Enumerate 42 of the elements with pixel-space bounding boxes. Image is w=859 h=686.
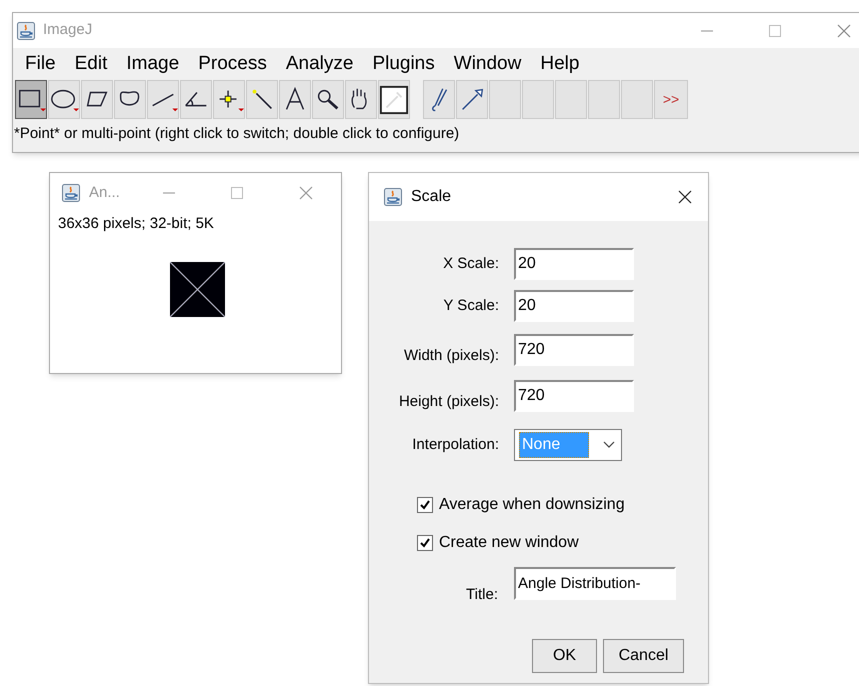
chevron-down-icon [603,441,615,449]
menu-item[interactable]: Process [198,50,267,78]
minimize-icon[interactable] [163,192,175,194]
window-title: An... [89,182,120,203]
selected-option: None [519,432,589,458]
checkbox[interactable] [417,535,433,551]
checkbox-label: Average when downsizing [439,495,625,515]
menu-item[interactable]: Help [540,50,580,78]
field-label: Interpolation: [411,434,500,455]
menu-item[interactable]: Analyze [286,50,354,78]
field-label: Y Scale: [442,296,500,316]
tool-button[interactable] [15,80,47,119]
dialog-title: Scale [411,187,452,207]
menu-item[interactable]: File [25,50,56,78]
checkbox[interactable] [417,497,433,513]
field-label: X Scale: [442,254,500,274]
app-icon [62,184,80,202]
app-icon [384,188,402,206]
input-field[interactable]: 720 [514,380,634,412]
close-icon[interactable] [678,190,692,204]
field-label: Width (pixels): [402,346,500,366]
more-tools-button[interactable]: >> [654,80,688,119]
image-info: 36x36 pixels; 32-bit; 5K [57,214,215,234]
input-field[interactable]: Angle Distribution- [514,567,676,600]
input-field[interactable]: 20 [514,290,634,322]
cancel-button[interactable]: Cancel [603,638,684,672]
dropper-icon [379,84,409,114]
menu-item[interactable]: Image [126,50,180,78]
checkbox-label: Create new window [439,533,579,553]
input-field[interactable]: 720 [514,334,634,366]
window-title: ImageJ [43,20,92,40]
input-field[interactable]: 20 [514,248,634,280]
app-icon [17,22,35,40]
ok-button[interactable]: OK [532,638,597,672]
menu-item[interactable]: Edit [74,50,108,78]
image-thumbnail [170,262,225,316]
menu-item[interactable]: Plugins [372,50,435,78]
field-label: Title: [465,585,499,605]
menu-item[interactable]: Window [454,50,522,78]
status-text: *Point* or multi-point (right click to switch; double click to configure) [13,124,460,144]
minimize-icon[interactable] [701,30,713,32]
field-label: Height (pixels): [398,392,500,412]
